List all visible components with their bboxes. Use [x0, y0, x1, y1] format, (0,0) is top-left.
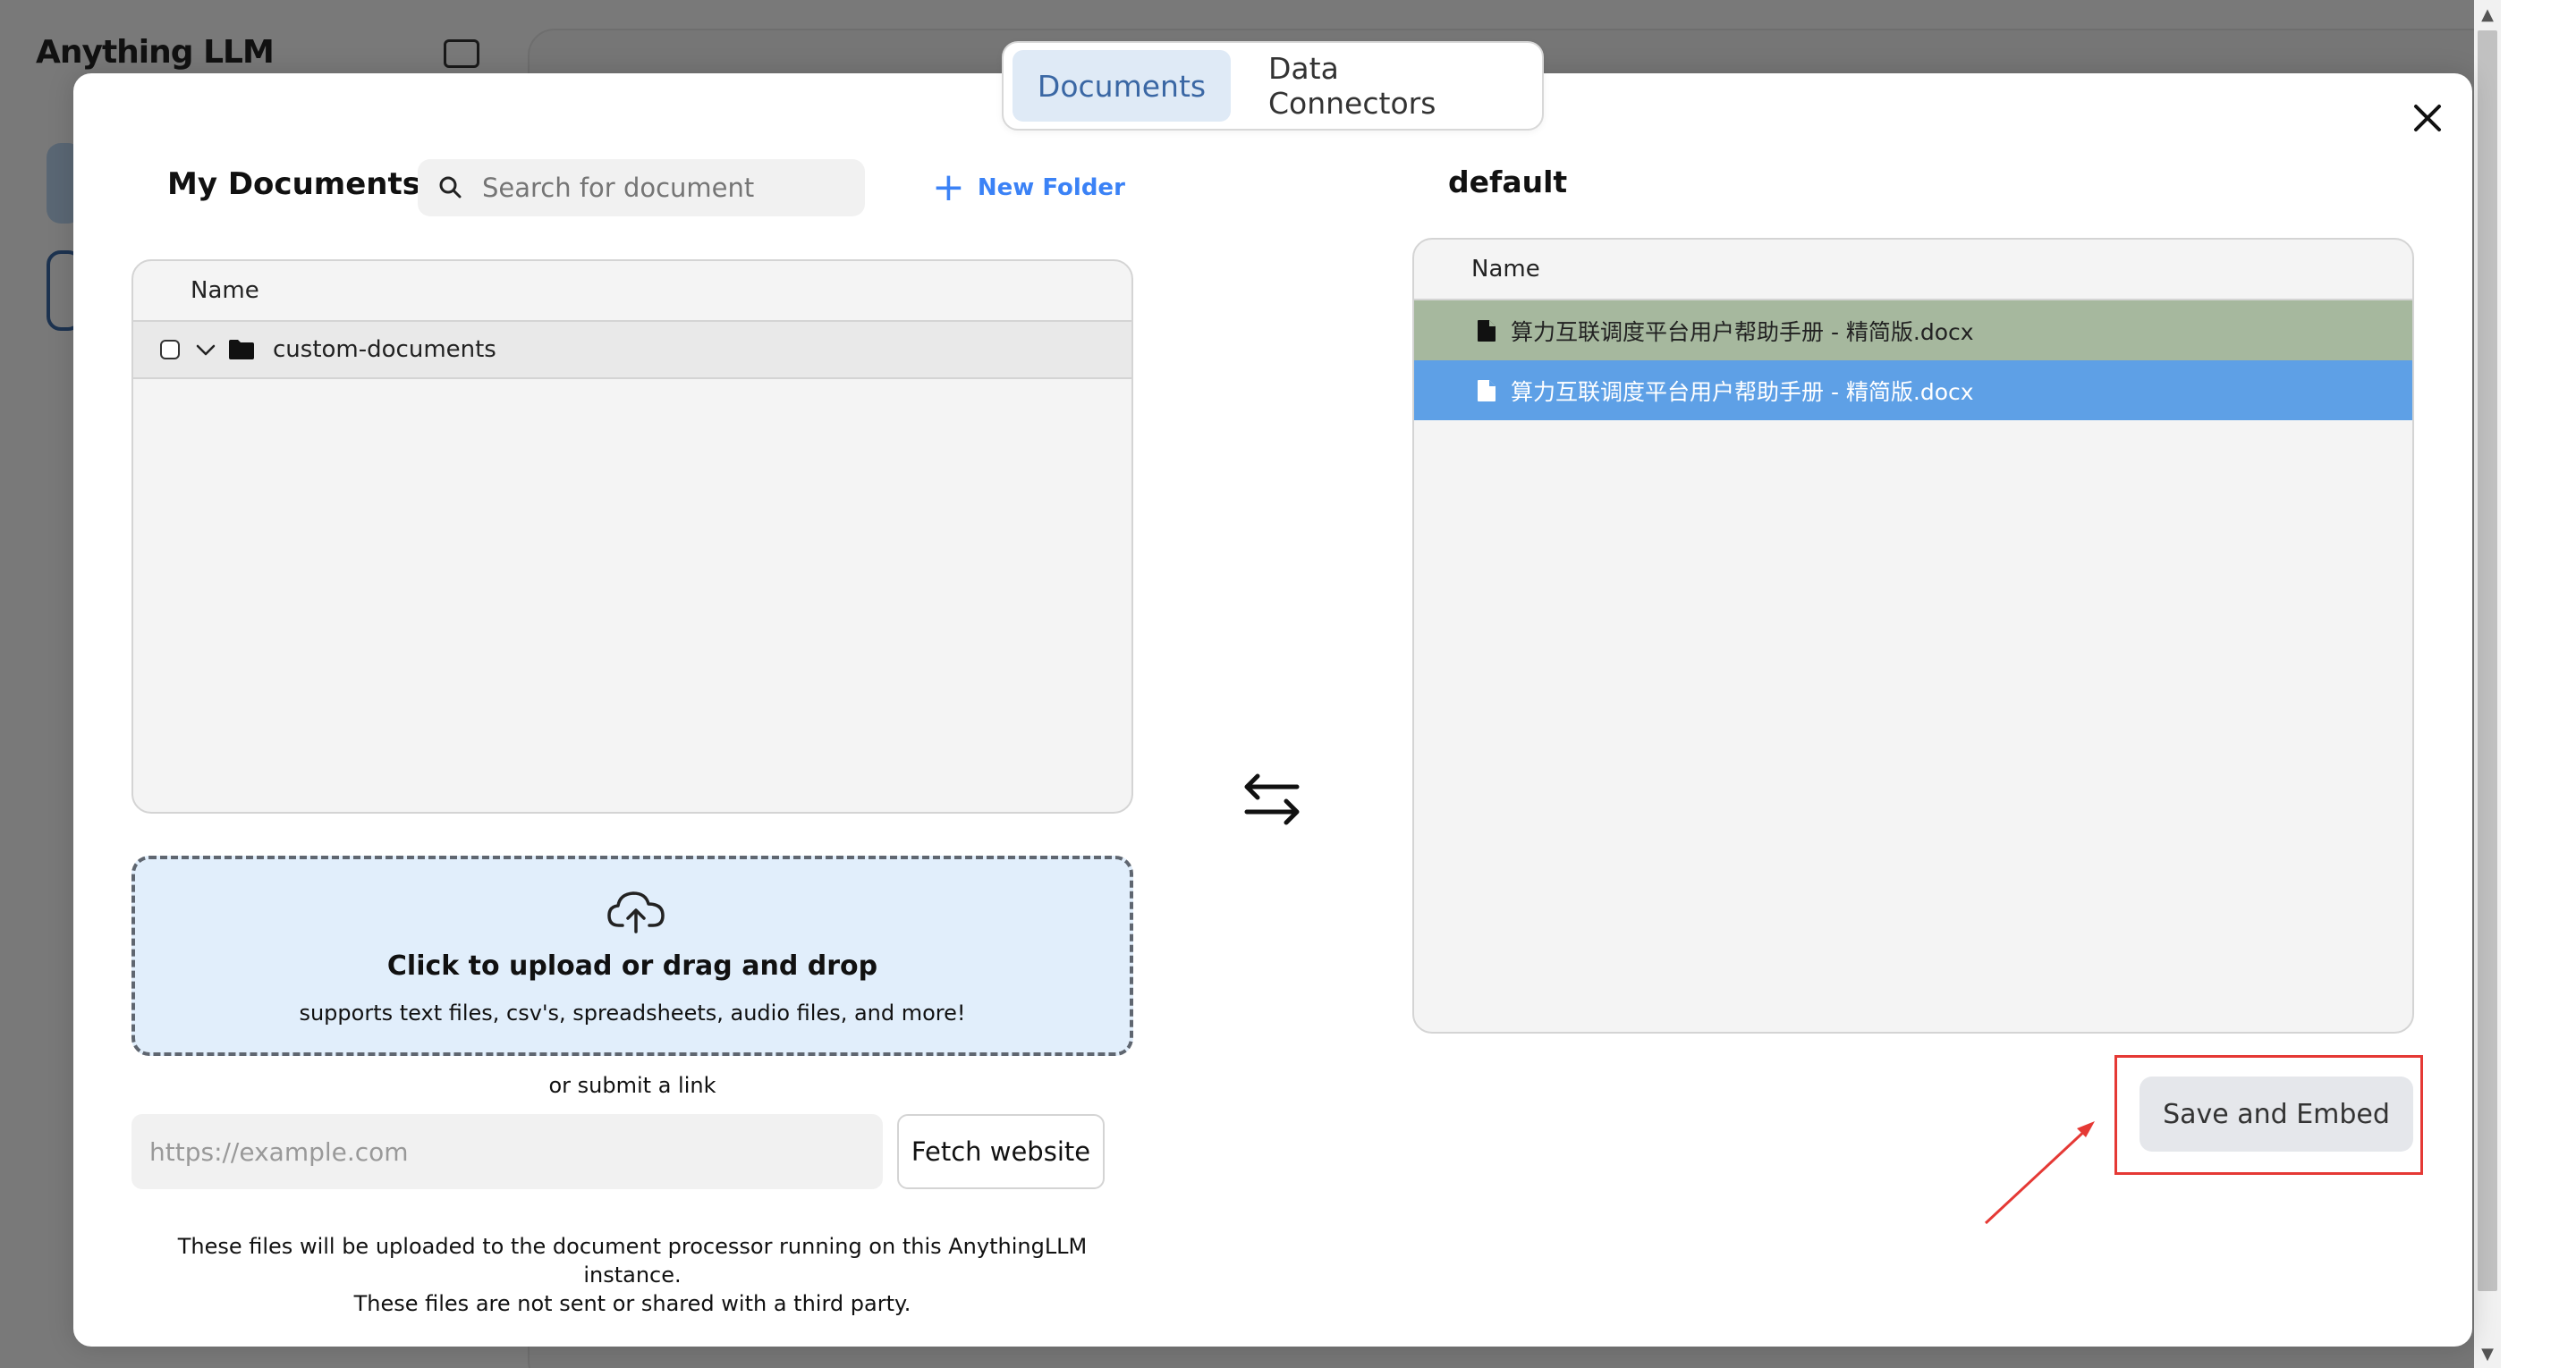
upload-dropzone[interactable]: Click to upload or drag and drop support…	[131, 856, 1133, 1056]
window-edge	[2501, 0, 2576, 1368]
scroll-thumb[interactable]	[2478, 30, 2497, 1291]
table-header: Name	[1414, 240, 2412, 300]
modal-tabs: Documents Data Connectors	[1002, 41, 1544, 131]
link-url-input[interactable]	[131, 1114, 883, 1189]
column-name: Name	[191, 277, 259, 304]
folder-row[interactable]: custom-documents	[133, 322, 1131, 379]
new-folder-label: New Folder	[977, 174, 1125, 201]
save-and-embed-button[interactable]: Save and Embed	[2140, 1077, 2413, 1152]
my-documents-title: My Documents	[167, 166, 420, 202]
fetch-website-button[interactable]: Fetch website	[897, 1114, 1105, 1189]
or-submit-link-text: or submit a link	[548, 1073, 716, 1098]
tab-documents[interactable]: Documents	[1013, 50, 1231, 122]
privacy-note: These files will be uploaded to the docu…	[131, 1232, 1133, 1318]
file-icon	[1478, 319, 1496, 342]
workspace-documents-table: Name 算力互联调度平台用户帮助手册 - 精简版.docx 算力互联调度平台用…	[1412, 238, 2414, 1034]
folder-icon	[229, 340, 254, 359]
scroll-up-icon[interactable]: ▲	[2474, 5, 2501, 25]
document-name: 算力互联调度平台用户帮助手册 - 精简版.docx	[1511, 378, 1974, 405]
search-icon	[439, 176, 462, 198]
plus-icon: +	[932, 165, 965, 210]
scroll-down-icon[interactable]: ▼	[2474, 1345, 2501, 1364]
close-button[interactable]	[2408, 98, 2447, 138]
privacy-note-line1: These files will be uploaded to the docu…	[177, 1234, 1088, 1288]
search-input[interactable]	[482, 173, 840, 203]
workspace-document-row[interactable]: 算力互联调度平台用户帮助手册 - 精简版.docx	[1414, 360, 2412, 420]
workspace-title: default	[1448, 165, 1568, 199]
document-name: 算力互联调度平台用户帮助手册 - 精简版.docx	[1511, 318, 1974, 345]
search-box[interactable]	[418, 159, 865, 216]
cloud-upload-icon	[607, 891, 665, 933]
folder-checkbox[interactable]	[160, 340, 180, 359]
upload-title: Click to upload or drag and drop	[386, 950, 878, 982]
upload-subtitle: supports text files, csv's, spreadsheets…	[299, 1001, 966, 1026]
swap-arrows-icon[interactable]	[1240, 767, 1304, 832]
tab-data-connectors[interactable]: Data Connectors	[1240, 50, 1526, 122]
privacy-note-line2: These files are not sent or shared with …	[353, 1291, 911, 1316]
chevron-down-icon[interactable]	[192, 336, 219, 363]
file-icon	[1478, 379, 1496, 401]
column-name: Name	[1471, 256, 1540, 283]
workspace-document-row[interactable]: 算力互联调度平台用户帮助手册 - 精简版.docx	[1414, 300, 2412, 360]
my-documents-table: Name custom-documents	[131, 259, 1133, 814]
new-folder-button[interactable]: + New Folder	[932, 165, 1125, 210]
close-icon	[2414, 105, 2441, 131]
annotation-arrow-icon	[1984, 1121, 2095, 1225]
page-scrollbar[interactable]: ▲ ▼	[2474, 0, 2501, 1368]
table-header: Name	[133, 261, 1131, 322]
folder-name: custom-documents	[273, 336, 496, 363]
